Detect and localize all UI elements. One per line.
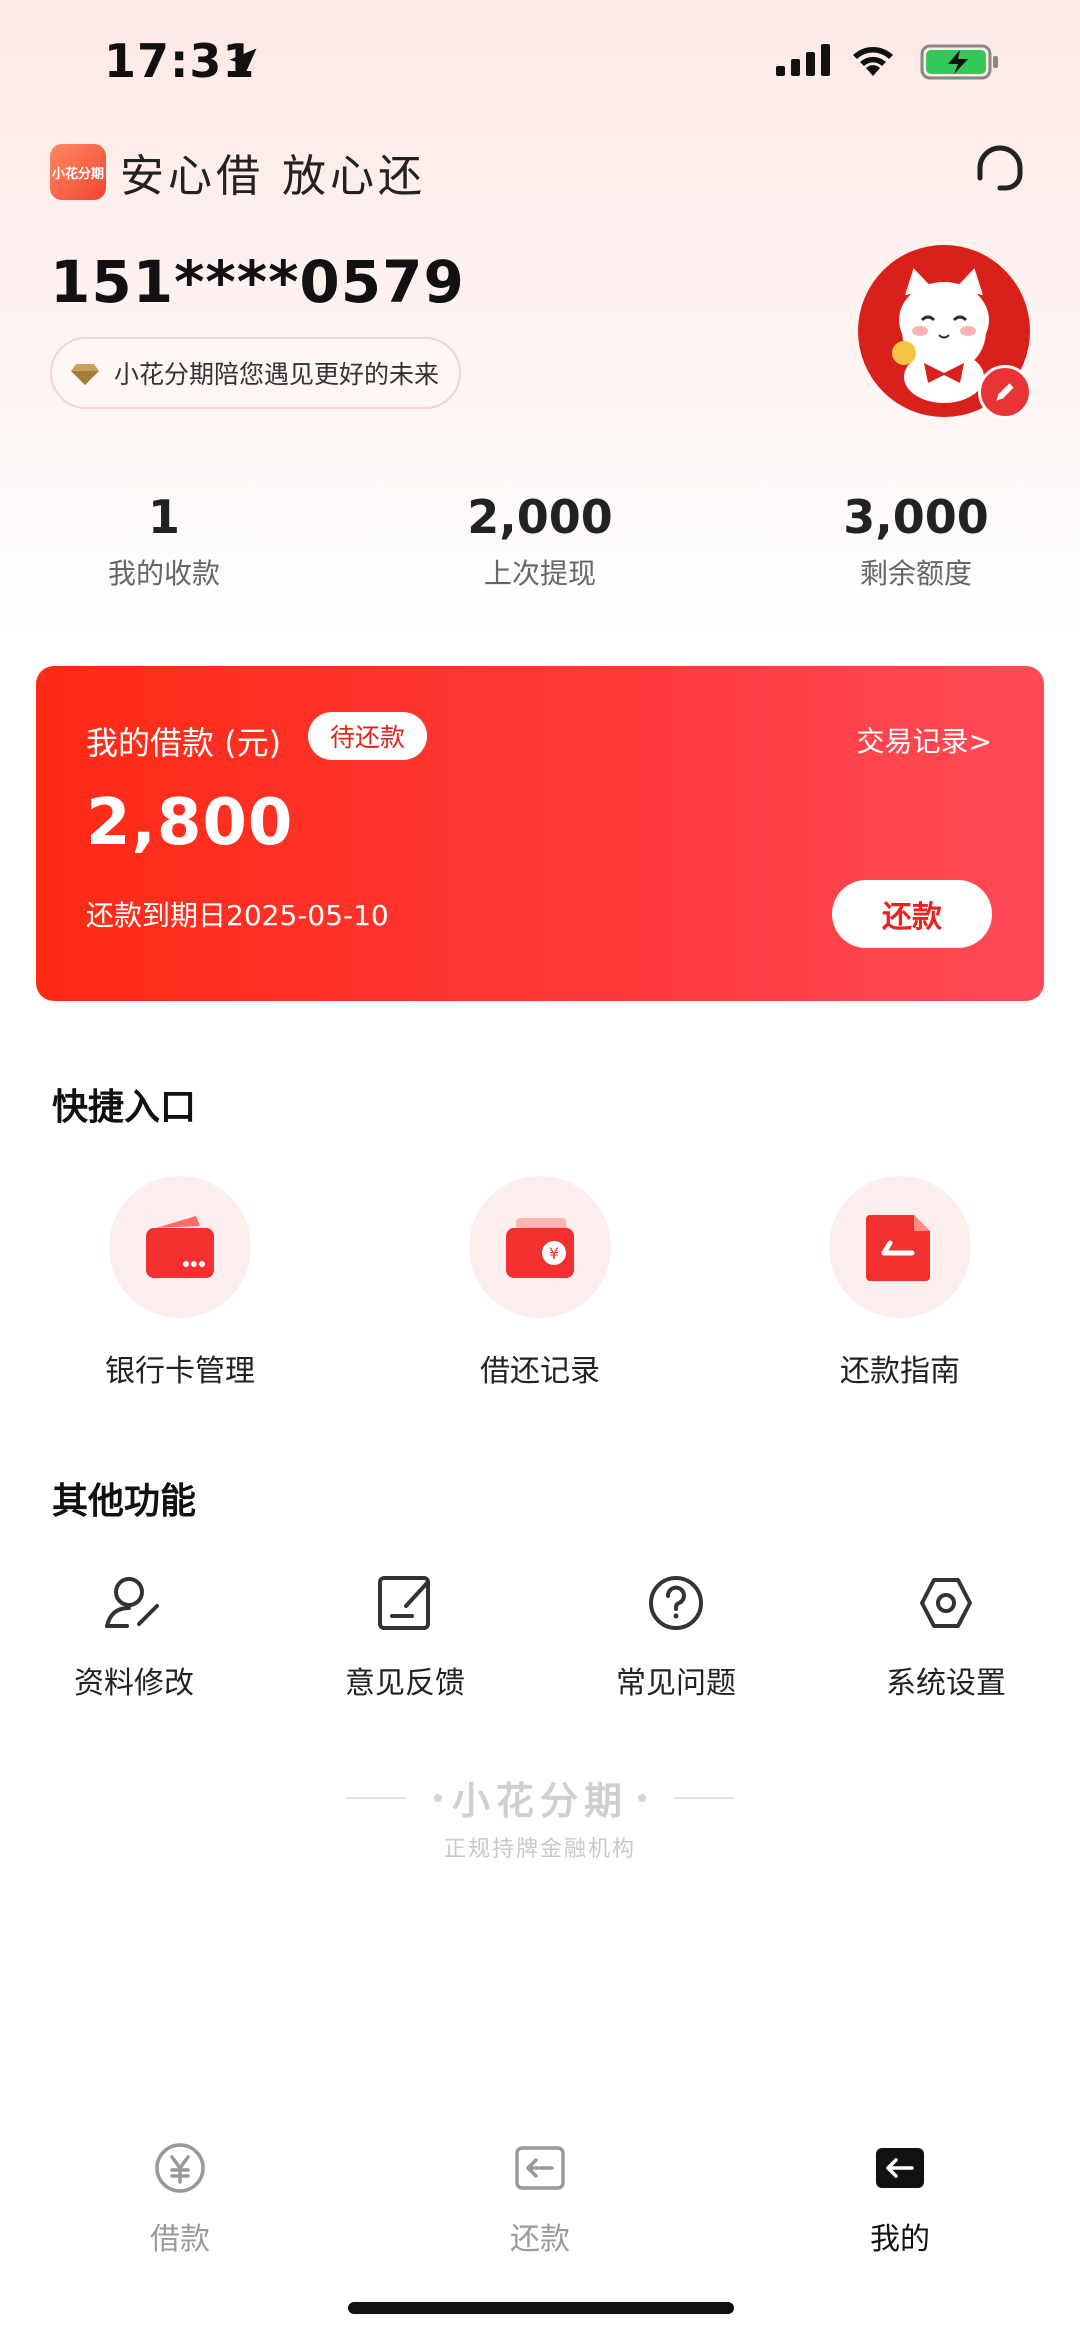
slogan: 安心借 放心还 [120,151,426,202]
func-feedback[interactable]: 意见反馈 [305,1568,505,1702]
guide-icon [866,1215,930,1281]
func-label: 资料修改 [74,1666,194,1701]
divider [345,1796,406,1799]
stat-value: 2,000 [467,490,613,544]
footer-brand: 小花分期 正规持牌金融机构 [0,1770,1080,1863]
pencil-icon [996,383,1014,401]
repay-icon [515,2146,565,2190]
quick-item-bank-card[interactable]: 银行卡管理 [60,1176,300,1390]
tab-label: 还款 [510,2222,570,2257]
func-settings[interactable]: 系统设置 [846,1568,1046,1702]
other-functions-title: 其他功能 [52,1481,197,1522]
app-logo: 小花分期 [50,144,106,200]
tab-borrow[interactable]: 借款 [70,2130,290,2258]
help-icon [649,1576,703,1630]
repay-button[interactable]: 还款 [832,880,992,948]
tagline-text: 小花分期陪您遇见更好的未来 [114,360,440,389]
tab-label: 借款 [150,2222,210,2257]
loan-card: 我的借款 (元) 待还款 交易记录> 2,800 还款到期日2025-05-10… [36,666,1044,1001]
edit-avatar-button[interactable] [978,365,1032,419]
settings-icon [920,1578,972,1628]
quick-entry-title: 快捷入口 [52,1087,197,1128]
stat-value: 1 [147,490,180,544]
loan-amount: 2,800 [86,786,294,860]
divider-dot [638,1793,646,1802]
quick-icon-bg [109,1176,251,1318]
stat-remaining-credit[interactable]: 3,000 剩余额度 [786,490,1046,592]
quick-item-repay-guide[interactable]: 还款指南 [780,1176,1020,1390]
footer-subtitle: 正规持牌金融机构 [443,1837,636,1862]
home-indicator[interactable] [348,2302,734,2314]
stat-label: 剩余额度 [859,557,972,590]
stats-row: 1 我的收款 2,000 上次提现 3,000 剩余额度 [0,490,1080,600]
stat-my-receipts[interactable]: 1 我的收款 [34,490,294,592]
diamond-icon [71,364,99,385]
customer-service-icon[interactable] [970,138,1030,198]
loan-title: 我的借款 (元) [86,724,282,762]
bank-card-icon [146,1216,214,1278]
feedback-icon [378,1576,430,1630]
quick-icon-bg [829,1176,971,1318]
func-label: 常见问题 [616,1666,736,1701]
tagline-badge: 小花分期陪您遇见更好的未来 [50,337,462,409]
wifi-icon [853,47,893,76]
quick-item-label: 还款指南 [840,1354,960,1389]
tab-mine[interactable]: 我的 [790,2130,1010,2258]
phone-number: 151****0579 [50,248,465,316]
func-label: 系统设置 [886,1666,1006,1701]
stat-label: 我的收款 [107,557,220,590]
func-edit-profile[interactable]: 资料修改 [34,1568,234,1702]
avatar[interactable] [858,245,1032,419]
tab-bar: 借款 还款 我的 [0,2130,1080,2270]
stat-value: 3,000 [843,490,989,544]
footer-brand-name: 小花分期 [451,1779,628,1823]
status-bar: 17:31 [0,0,1080,120]
tab-label: 我的 [870,2222,930,2257]
brand-header: 小花分期 安心借 放心还 [50,140,426,204]
stat-last-withdrawal[interactable]: 2,000 上次提现 [410,490,670,592]
transaction-records-link[interactable]: 交易记录> [857,720,992,760]
quick-item-label: 银行卡管理 [105,1354,255,1389]
quick-icon-bg: ¥ [469,1176,611,1318]
battery-charging-icon [920,44,998,80]
yuan-icon [155,2143,205,2193]
func-label: 意见反馈 [345,1666,465,1701]
cellular-signal-icon [776,44,830,76]
svg-text:¥: ¥ [549,1244,559,1263]
wallet-icon: ¥ [506,1218,574,1278]
func-faq[interactable]: 常见问题 [576,1568,776,1702]
edit-profile-icon [105,1577,159,1628]
divider-dot [433,1793,442,1802]
status-badge: 待还款 [308,712,428,760]
footer-brand-name-row: 小花分期 [328,1770,752,1825]
mine-icon [876,2148,924,2188]
quick-item-loan-records[interactable]: ¥ 借还记录 [420,1176,660,1390]
tab-repay[interactable]: 还款 [430,2130,650,2258]
stat-label: 上次提现 [483,557,596,590]
quick-item-label: 借还记录 [480,1354,600,1389]
divider [674,1796,734,1799]
location-arrow-icon [229,48,257,76]
due-date: 还款到期日2025-05-10 [86,899,389,932]
